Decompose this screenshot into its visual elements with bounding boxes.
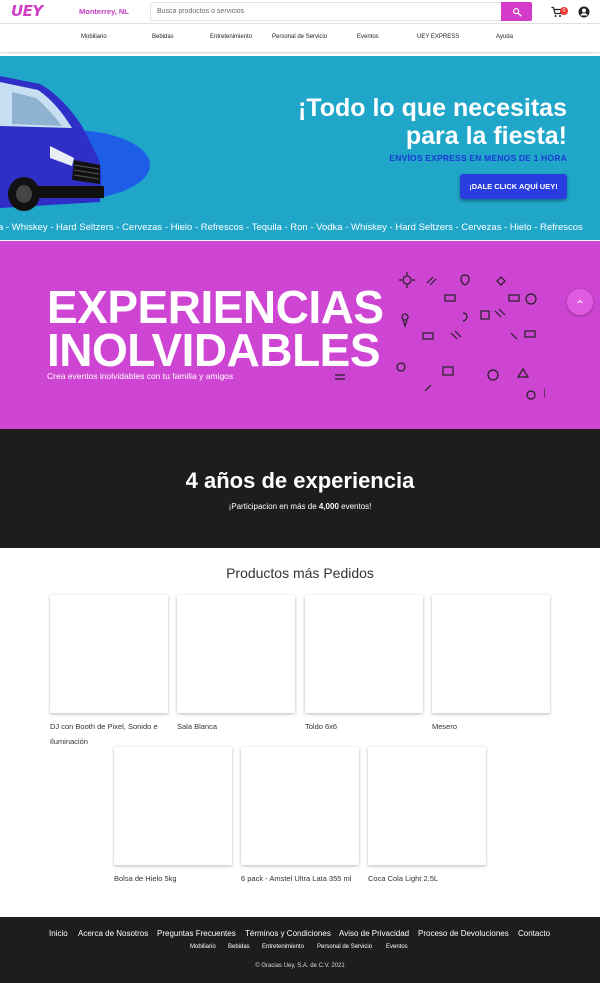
footer-sublink-eventos[interactable]: Eventos [386, 944, 408, 950]
hero-subtitle: ENVÍOS EXPRESS EN MENOS DE 1 HORA [389, 153, 567, 163]
account-icon [578, 6, 590, 18]
product-name[interactable]: Sala Blanca [177, 719, 295, 734]
chevron-up-icon [577, 299, 583, 304]
hero-title-line-2: para la fiesta! [405, 122, 567, 150]
hero-title: ¡Todo lo que necesitas para la fiesta! [298, 94, 567, 150]
hero-banner: ¡Todo lo que necesitas para la fiesta! E… [0, 56, 600, 240]
footer-link-faq[interactable]: Preguntas Frecuentes [157, 929, 236, 938]
product-card[interactable]: DJ con Booth de Pixel, Sonido e Iluminac… [50, 595, 168, 749]
footer-link-privacidad[interactable]: Aviso de Privacidad [339, 929, 409, 938]
copyright: © Gracias Uey, S.A. de C.V. 2021 [255, 963, 345, 969]
product-image[interactable] [241, 747, 359, 865]
product-image[interactable] [177, 595, 295, 713]
hero-cta-button[interactable]: ¡DALE CLICK AQUÍ UEY! [460, 174, 567, 199]
nav-entretenimiento[interactable]: Entretenimiento [210, 34, 252, 40]
delivery-van-image [0, 76, 104, 211]
product-image[interactable] [368, 747, 486, 865]
nav-eventos[interactable]: Eventos [357, 34, 379, 40]
experience-stats: 4 años de experiencia ¡Participacion en … [0, 429, 600, 548]
product-name[interactable]: Coca Cola Light 2.5L [368, 871, 486, 886]
footer-sublink-bebidas[interactable]: Bebidas [228, 944, 250, 950]
nav-mobiliario[interactable]: Mobiliario [81, 34, 107, 40]
product-card[interactable]: Sala Blanca [177, 595, 295, 734]
footer-sublink-mobiliario[interactable]: Mobiliario [190, 944, 216, 950]
product-name[interactable]: Mesero [432, 719, 550, 734]
search-bar [150, 2, 532, 21]
main-nav: Mobiliario Bebidas Entretenimiento Perso… [0, 24, 600, 52]
footer-link-terminos[interactable]: Términos y Condiciones [245, 929, 331, 938]
product-card[interactable]: Mesero [432, 595, 550, 734]
product-name[interactable]: DJ con Booth de Pixel, Sonido e Iluminac… [50, 719, 168, 749]
scroll-to-top-button[interactable] [567, 289, 593, 315]
experiences-title: EXPERIENCIAS INOLVIDABLES [47, 281, 384, 376]
stats-event-count: 4,000 [318, 502, 339, 511]
experiences-banner: EXPERIENCIAS INOLVIDABLES Crea eventos i… [0, 241, 600, 429]
product-image[interactable] [432, 595, 550, 713]
product-image[interactable] [50, 595, 168, 713]
search-button[interactable] [501, 2, 532, 21]
top-header: UEY Monterrey, NL 0 [0, 0, 600, 24]
site-footer: Inicio Acerca de Nosotros Preguntas Frec… [0, 917, 600, 983]
cart-button[interactable]: 0 [551, 5, 569, 19]
ticker-text: a - Whiskey - Hard Seltzers - Cervezas -… [0, 222, 583, 233]
product-image[interactable] [114, 747, 232, 865]
drinks-ticker: a - Whiskey - Hard Seltzers - Cervezas -… [0, 221, 600, 237]
product-card[interactable]: Coca Cola Light 2.5L [368, 747, 486, 886]
uey-logo[interactable]: UEY [11, 2, 43, 20]
nav-uey-express[interactable]: UEY EXPRESS [417, 34, 459, 40]
footer-sublink-personal[interactable]: Personal de Servicio [317, 944, 372, 950]
footer-link-inicio[interactable]: Inicio [49, 929, 68, 938]
search-icon [512, 7, 521, 16]
account-button[interactable] [578, 5, 590, 18]
products-section-title: Productos más Pedidos [226, 565, 374, 581]
experiences-subtitle: Crea eventos inolvidables con tu familia… [47, 371, 234, 381]
city-selector[interactable]: Monterrey, NL [79, 7, 129, 16]
product-name[interactable]: Toldo 6x6 [305, 719, 423, 734]
footer-link-devoluciones[interactable]: Proceso de Devoluciones [418, 929, 509, 938]
footer-link-acerca[interactable]: Acerca de Nosotros [78, 929, 148, 938]
product-name[interactable]: Bolsa de Hielo 5kg [114, 871, 232, 886]
product-image[interactable] [305, 595, 423, 713]
stats-subtitle-suffix: eventos! [338, 502, 372, 511]
nav-personal-de-servicio[interactable]: Personal de Servicio [272, 34, 327, 40]
stats-title: 4 años de experiencia [185, 468, 415, 493]
stats-subtitle: ¡Participacion en más de 4,000 eventos! [0, 502, 600, 511]
product-name[interactable]: 6 pack - Amstel Ultra Lata 355 ml [241, 871, 359, 886]
cart-count-badge: 0 [560, 7, 568, 15]
product-card[interactable]: 6 pack - Amstel Ultra Lata 355 ml [241, 747, 359, 886]
footer-link-contacto[interactable]: Contacto [518, 929, 550, 938]
experiences-title-line-1: EXPERIENCIAS [47, 281, 384, 333]
nav-ayuda[interactable]: Ayuda [496, 34, 513, 40]
search-input[interactable] [151, 3, 502, 20]
hero-title-line-1: ¡Todo lo que necesitas [297, 94, 567, 122]
nav-bebidas[interactable]: Bebidas [152, 34, 174, 40]
product-card[interactable]: Toldo 6x6 [305, 595, 423, 734]
stats-subtitle-prefix: ¡Participacion en más de [228, 502, 319, 511]
footer-sublink-entretenimiento[interactable]: Entretenimiento [262, 944, 304, 950]
product-card[interactable]: Bolsa de Hielo 5kg [114, 747, 232, 886]
experiences-title-line-2: INOLVIDABLES [47, 324, 381, 376]
